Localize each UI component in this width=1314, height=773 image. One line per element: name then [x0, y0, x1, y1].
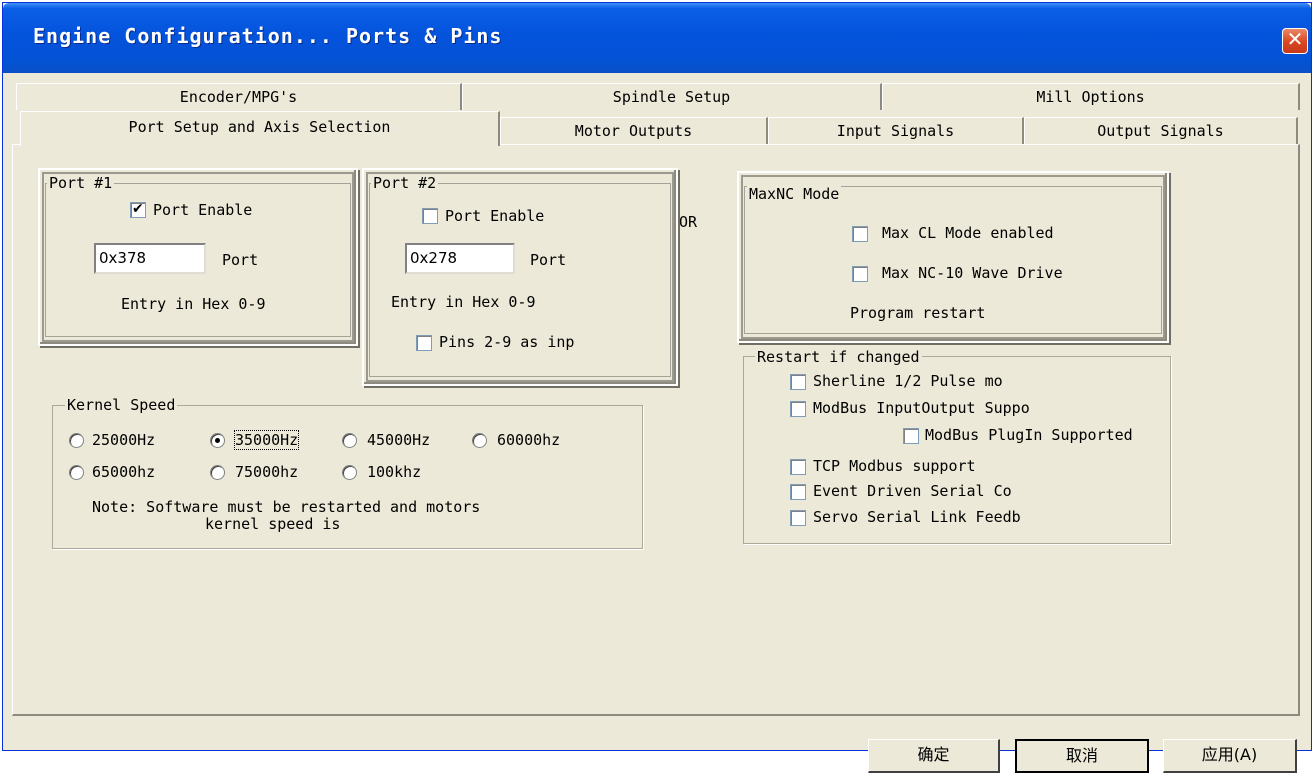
- tab-port-setup[interactable]: Port Setup and Axis Selection: [20, 111, 500, 146]
- kernel-note-line1: Note: Software must be restarted and mot…: [92, 498, 481, 516]
- maxnc-restart-note: Program restart: [850, 304, 986, 322]
- kernel-legend: Kernel Speed: [65, 396, 178, 414]
- tab-encoder-mpg[interactable]: Encoder/MPG's: [16, 83, 462, 110]
- kernel-note-line2: kernel speed is: [205, 515, 341, 533]
- modbus-io-checkbox[interactable]: [790, 401, 806, 417]
- apply-button[interactable]: 应用(A): [1163, 739, 1297, 773]
- max-wave-checkbox[interactable]: [852, 266, 868, 282]
- title-bar[interactable]: Engine Configuration... Ports & Pins ✕: [3, 3, 1311, 73]
- port2-enable-checkbox[interactable]: [422, 208, 438, 224]
- maxnc-legend: MaxNC Mode: [747, 185, 842, 203]
- port2-enable-label: Port Enable: [445, 207, 545, 225]
- kernel-label-75000: 75000hz: [235, 463, 299, 481]
- kernel-label-35000: 35000Hz: [233, 430, 300, 450]
- modbus-plugin-label: ModBus PlugIn Supported: [925, 426, 1133, 444]
- port1-address-label: Port: [222, 251, 259, 269]
- or-label: OR: [679, 213, 698, 231]
- close-icon: ✕: [1286, 27, 1304, 51]
- port1-hint: Entry in Hex 0-9: [121, 295, 266, 313]
- sherline-checkbox[interactable]: [790, 374, 806, 390]
- servo-serial-label: Servo Serial Link Feedb: [813, 508, 1021, 526]
- port2-hint: Entry in Hex 0-9: [391, 293, 536, 311]
- port2-pins-checkbox[interactable]: [416, 335, 432, 351]
- sherline-label: Sherline 1/2 Pulse mo: [813, 372, 1003, 390]
- max-cl-label: Max CL Mode enabled: [882, 224, 1054, 242]
- kernel-radio-100k[interactable]: [342, 465, 357, 480]
- kernel-radio-65000[interactable]: [69, 465, 84, 480]
- tab-mill-options[interactable]: Mill Options: [882, 83, 1300, 110]
- close-button[interactable]: ✕: [1282, 27, 1308, 54]
- port1-enable-label: Port Enable: [153, 201, 253, 219]
- tcp-modbus-checkbox[interactable]: [790, 459, 806, 475]
- modbus-plugin-checkbox[interactable]: [903, 428, 919, 444]
- kernel-radio-35000[interactable]: [210, 433, 225, 448]
- tab-spindle-setup[interactable]: Spindle Setup: [462, 83, 882, 110]
- port2-address-label: Port: [530, 251, 567, 269]
- max-wave-label: Max NC-10 Wave Drive: [882, 264, 1063, 282]
- kernel-label-100k: 100khz: [367, 463, 422, 481]
- tcp-modbus-label: TCP Modbus support: [813, 457, 976, 475]
- max-cl-checkbox[interactable]: [852, 226, 868, 242]
- kernel-label-65000: 65000hz: [92, 463, 156, 481]
- event-serial-checkbox[interactable]: [790, 484, 806, 500]
- dialog-client: Encoder/MPG's Spindle Setup Mill Options…: [10, 73, 1306, 773]
- port1-enable-checkbox[interactable]: [130, 200, 146, 218]
- engine-config-window: Engine Configuration... Ports & Pins ✕ E…: [2, 2, 1312, 773]
- port2-legend: Port #2: [371, 174, 439, 192]
- kernel-label-45000: 45000Hz: [367, 431, 431, 449]
- restart-legend: Restart if changed: [755, 348, 922, 366]
- kernel-radio-25000[interactable]: [69, 433, 84, 448]
- kernel-radio-75000[interactable]: [210, 465, 225, 480]
- event-serial-label: Event Driven Serial Co: [813, 482, 1012, 500]
- kernel-label-60000: 60000hz: [497, 431, 561, 449]
- port2-pins-label: Pins 2-9 as inp: [439, 333, 575, 351]
- tab-motor-outputs[interactable]: Motor Outputs: [500, 117, 768, 144]
- kernel-label-25000: 25000Hz: [92, 431, 156, 449]
- port1-legend: Port #1: [47, 174, 115, 192]
- port1-address-input[interactable]: 0x378: [94, 243, 206, 274]
- kernel-radio-60000[interactable]: [472, 433, 487, 448]
- kernel-radio-45000[interactable]: [342, 433, 357, 448]
- cancel-button[interactable]: 取消: [1015, 739, 1149, 773]
- window-title: Engine Configuration... Ports & Pins: [33, 24, 503, 48]
- servo-serial-checkbox[interactable]: [790, 510, 806, 526]
- tab-input-signals[interactable]: Input Signals: [768, 117, 1024, 144]
- modbus-io-label: ModBus InputOutput Suppo: [813, 399, 1030, 417]
- ok-button[interactable]: 确定: [868, 739, 1000, 773]
- port2-address-input[interactable]: 0x278: [405, 243, 515, 274]
- tab-output-signals[interactable]: Output Signals: [1024, 117, 1298, 144]
